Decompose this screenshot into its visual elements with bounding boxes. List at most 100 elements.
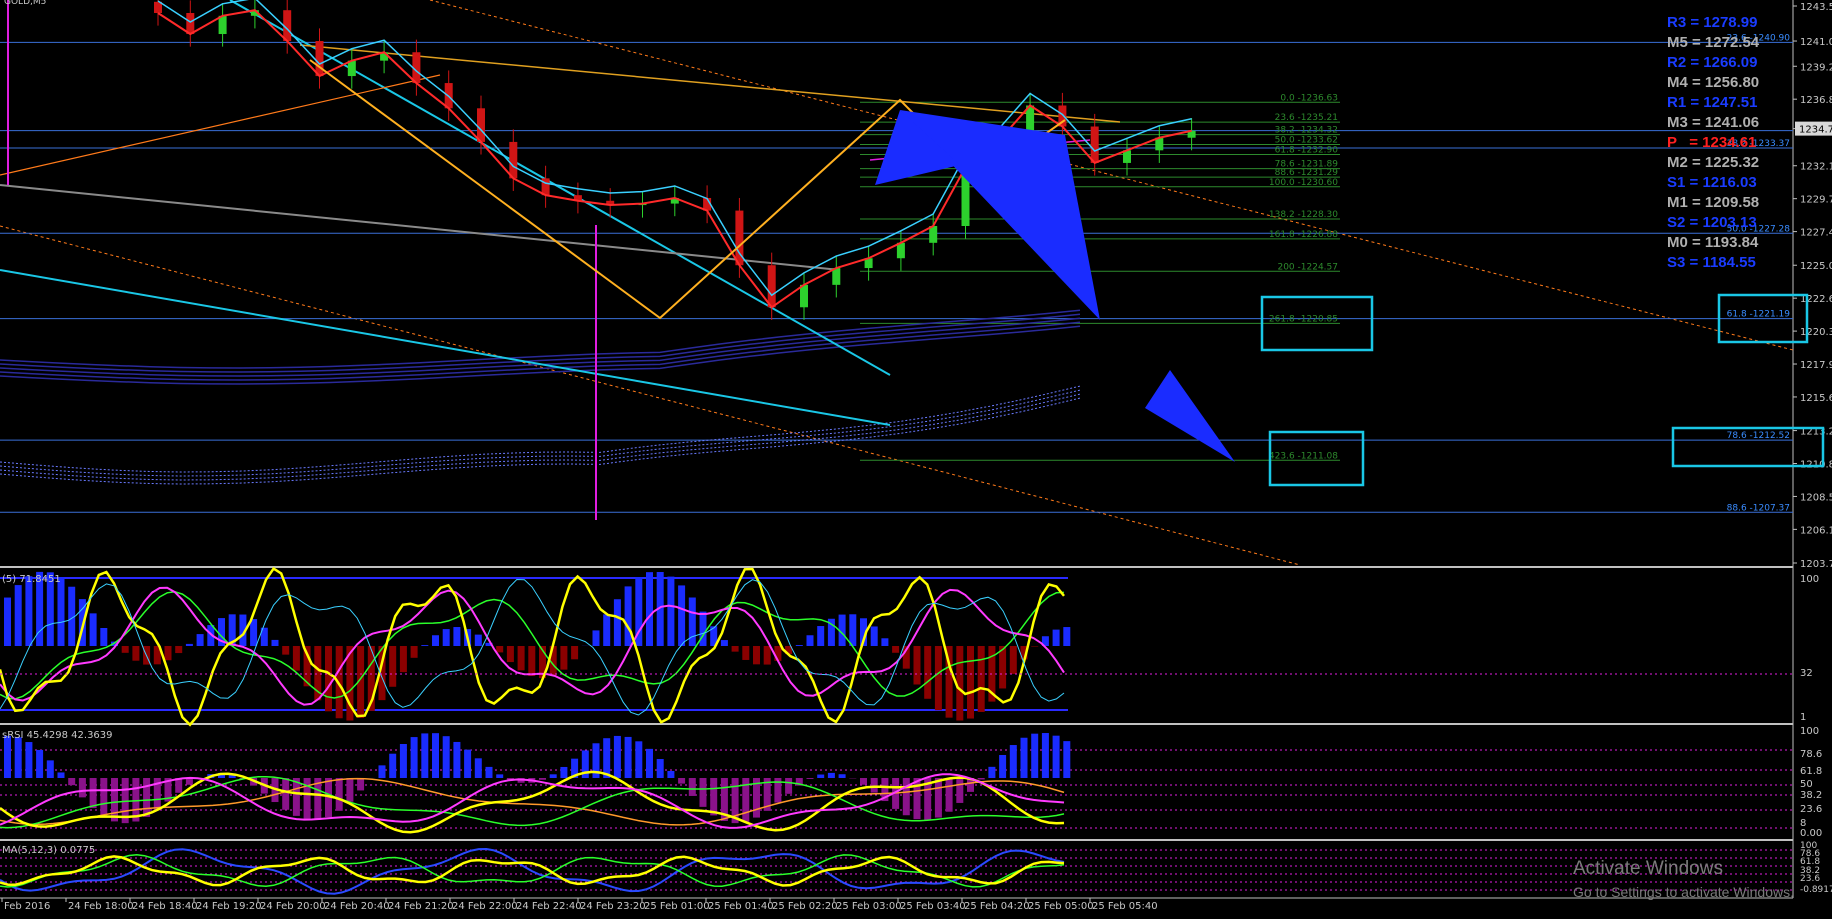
panel2-tick: 61.8 xyxy=(1800,766,1822,777)
candle xyxy=(800,284,808,308)
fib-right-label: 88.6 -1207.37 xyxy=(1727,503,1790,513)
histogram-bar xyxy=(688,778,696,796)
activate-windows-subtitle: Go to Settings to activate Windows. xyxy=(1573,884,1794,900)
trend-line xyxy=(0,74,441,176)
histogram-bar xyxy=(646,572,653,646)
x-tick-label: 25 Feb 02:20 xyxy=(772,901,838,912)
histogram-bar xyxy=(656,759,664,778)
histogram-bar xyxy=(967,646,974,719)
histogram-bar xyxy=(913,646,921,685)
histogram-bar xyxy=(335,778,343,811)
histogram-bar xyxy=(688,597,696,646)
x-tick-label: 25 Feb 04:20 xyxy=(964,901,1030,912)
pivot-m3: M3 = 1241.06 xyxy=(1667,114,1760,131)
y-tick-label: 1215.60 xyxy=(1800,393,1832,404)
histogram-bar xyxy=(121,646,129,653)
ma-ribbon-lower xyxy=(0,393,1081,481)
panel3-tick: 23.6 xyxy=(1800,874,1820,884)
panel3-tick: -0.8917 xyxy=(1800,885,1832,895)
histogram-bar xyxy=(389,646,397,687)
fib-level-label: 61.8 -1232.90 xyxy=(1275,146,1339,156)
histogram-bar xyxy=(399,744,407,778)
histogram-bar xyxy=(817,626,825,646)
pivot-s1: S1 = 1216.03 xyxy=(1667,174,1757,191)
histogram-bar xyxy=(731,646,739,652)
x-tick-label: 24 Feb 22:40 xyxy=(516,901,582,912)
histogram-bar xyxy=(89,778,97,809)
candle xyxy=(767,265,776,308)
histogram-bar xyxy=(977,778,985,780)
histogram-bar xyxy=(977,646,985,712)
histogram-bar xyxy=(720,640,728,646)
histogram-bar xyxy=(100,627,108,646)
candle xyxy=(1090,126,1099,163)
histogram-bar xyxy=(506,646,514,663)
histogram-bar xyxy=(892,646,900,653)
histogram-bar xyxy=(710,778,718,816)
histogram-bar xyxy=(988,766,996,778)
histogram-bar xyxy=(111,778,118,822)
histogram-bar xyxy=(46,760,54,778)
histogram-bar xyxy=(934,778,942,818)
y-tick-label: 1239.20 xyxy=(1800,62,1832,73)
histogram-bar xyxy=(196,634,204,646)
histogram-bar xyxy=(1063,741,1071,778)
panel1-label: (5) 71.8451 xyxy=(2,574,61,585)
histogram-bar xyxy=(1052,629,1060,646)
histogram-bar xyxy=(613,735,621,778)
histogram-bar xyxy=(292,778,300,816)
histogram-bar xyxy=(410,737,418,778)
histogram-bar xyxy=(464,749,472,778)
x-tick-label: 24 Feb 23:20 xyxy=(580,901,646,912)
histogram-bar xyxy=(357,778,365,791)
histogram-bar xyxy=(1041,733,1049,778)
histogram-bar xyxy=(36,749,44,778)
histogram-bar xyxy=(89,613,97,646)
histogram-bar xyxy=(185,643,193,646)
histogram-bar xyxy=(924,646,932,699)
fib-right-label: 78.6 -1212.52 xyxy=(1727,431,1790,441)
panel2-tick: 78.6 xyxy=(1800,749,1822,760)
pivot-r3: R3 = 1278.99 xyxy=(1667,14,1758,31)
pivot-p: P = 1234.61 xyxy=(1667,134,1757,151)
y-tick-label: 1217.95 xyxy=(1800,360,1832,371)
y-tick-label: 1229.75 xyxy=(1800,195,1832,206)
y-tick-label: 1225.00 xyxy=(1800,261,1832,272)
histogram-bar xyxy=(592,630,600,646)
pivot-s3: S3 = 1184.55 xyxy=(1667,254,1756,271)
histogram-bar xyxy=(699,611,707,646)
histogram-bar xyxy=(453,741,461,778)
x-tick-label: Feb 2016 xyxy=(4,901,50,912)
fib-level-label: 200 -1224.57 xyxy=(1277,262,1338,272)
histogram-bar xyxy=(999,646,1007,689)
current-price-label: 1234.75 xyxy=(1799,125,1832,136)
panel2-tick: 100 xyxy=(1800,726,1819,737)
x-tick-label: 25 Feb 03:40 xyxy=(900,901,966,912)
pivot-r2: R2 = 1266.09 xyxy=(1667,54,1758,71)
histogram-bar xyxy=(132,646,140,661)
x-tick-label: 24 Feb 21:20 xyxy=(388,901,454,912)
histogram-bar xyxy=(57,577,65,646)
candle xyxy=(315,41,324,77)
y-tick-label: 1243.50 xyxy=(1800,2,1832,13)
zigzag-line xyxy=(309,59,1066,320)
candle xyxy=(509,141,518,179)
x-tick-label: 25 Feb 01:00 xyxy=(644,901,710,912)
x-tick-label: 24 Feb 19:20 xyxy=(196,901,262,912)
fib-level-label: 23.6 -1235.21 xyxy=(1275,113,1338,123)
histogram-bar xyxy=(421,645,429,646)
histogram-bar xyxy=(817,774,825,778)
histogram-bar xyxy=(410,646,418,658)
histogram-bar xyxy=(603,614,611,646)
panel2-tick: 23.6 xyxy=(1800,804,1822,815)
histogram-bar xyxy=(517,646,525,671)
histogram-bar xyxy=(795,645,803,646)
histogram-bar xyxy=(603,738,611,778)
ma-ribbon-lower xyxy=(0,397,1081,485)
fib-level-label: 50.0 -1233.62 xyxy=(1275,135,1338,145)
fib-level-label: 161.8 -1226.88 xyxy=(1269,230,1338,240)
panel3-label: MA(5,12,3) 0.0775 xyxy=(2,845,95,856)
histogram-bar xyxy=(763,646,771,665)
histogram-bar xyxy=(271,639,279,646)
panel2-tick: 38.2 xyxy=(1800,790,1822,801)
